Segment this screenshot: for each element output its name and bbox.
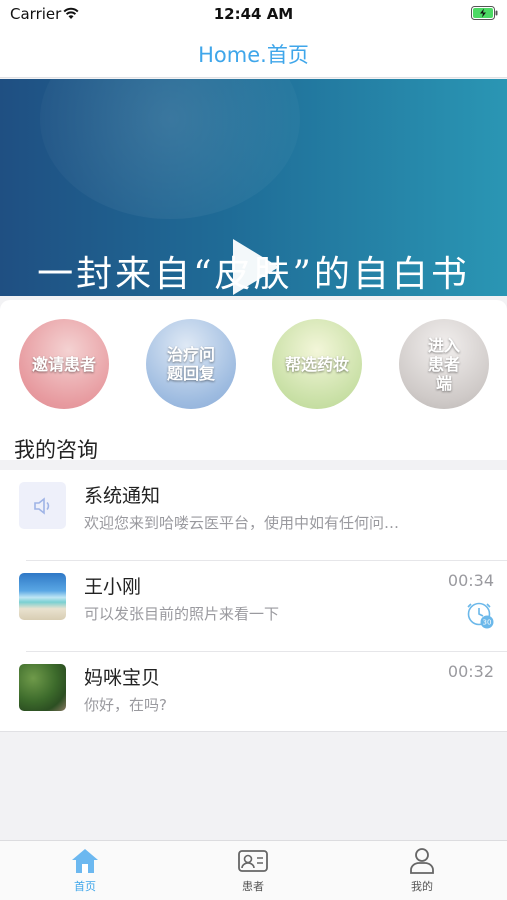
section-title: 我的咨询 [14, 438, 98, 462]
person-icon [410, 848, 434, 874]
home-icon [72, 849, 98, 873]
tab-label: 我的 [411, 880, 433, 893]
contact-name: 王小刚 [84, 576, 142, 598]
message-preview: 欢迎您来到哈喽云医平台，使用中如有任何问… [84, 514, 400, 532]
list-item[interactable]: 系统通知 欢迎您来到哈喽云医平台，使用中如有任何问… [0, 470, 507, 561]
status-time: 12:44 AM [213, 5, 294, 23]
clock-badge-icon: 30 [467, 602, 494, 629]
message-time: 00:34 [447, 571, 494, 590]
action-label: 帮选药妆 [284, 354, 349, 374]
badge-count: 30 [483, 619, 492, 627]
play-icon[interactable] [225, 235, 283, 296]
enter-patient-app-button[interactable]: 进入患者端 [399, 319, 489, 409]
contact-card-icon [238, 850, 268, 872]
action-label: 进入患者端 [427, 335, 460, 393]
contact-name: 妈咪宝贝 [84, 667, 161, 689]
contact-name: 系统通知 [84, 485, 161, 507]
invite-patient-button[interactable]: 邀请患者 [19, 319, 109, 409]
tab-patients[interactable]: 患者 [213, 847, 293, 894]
tab-bar: 首页 患者 我的 [0, 840, 507, 900]
banner-glow [40, 79, 300, 219]
action-label: 治疗问题回复 [166, 345, 215, 383]
message-preview: 可以发张目前的照片来看一下 [84, 605, 280, 623]
status-bar: Carrier 12:44 AM [0, 0, 507, 28]
tab-home[interactable]: 首页 [45, 847, 125, 894]
avatar [19, 573, 66, 620]
list-item[interactable]: 王小刚 可以发张目前的照片来看一下 00:34 30 [0, 561, 507, 652]
navigation-bar: Home.首页 [0, 28, 507, 78]
consultation-list: 系统通知 欢迎您来到哈喽云医平台，使用中如有任何问… 王小刚 可以发张目前的照片… [0, 470, 507, 732]
choose-cosmetics-button[interactable]: 帮选药妆 [272, 319, 362, 409]
battery-charging-icon [471, 6, 498, 20]
speaker-icon [33, 496, 49, 515]
avatar [19, 664, 66, 711]
message-preview: 你好，在吗? [84, 696, 167, 714]
tab-label: 患者 [242, 880, 264, 893]
banner-carousel[interactable]: 一封来自“皮肤”的自白书 [0, 79, 507, 296]
message-time: 00:32 [447, 662, 494, 681]
action-label: 邀请患者 [31, 354, 96, 374]
tab-mine[interactable]: 我的 [382, 847, 462, 894]
treatment-reply-button[interactable]: 治疗问题回复 [146, 319, 236, 409]
list-item[interactable]: 妈咪宝贝 你好，在吗? 00:32 [0, 652, 507, 743]
tab-label: 首页 [74, 880, 96, 893]
avatar [19, 482, 66, 529]
page-title: Home.首页 [198, 43, 309, 67]
